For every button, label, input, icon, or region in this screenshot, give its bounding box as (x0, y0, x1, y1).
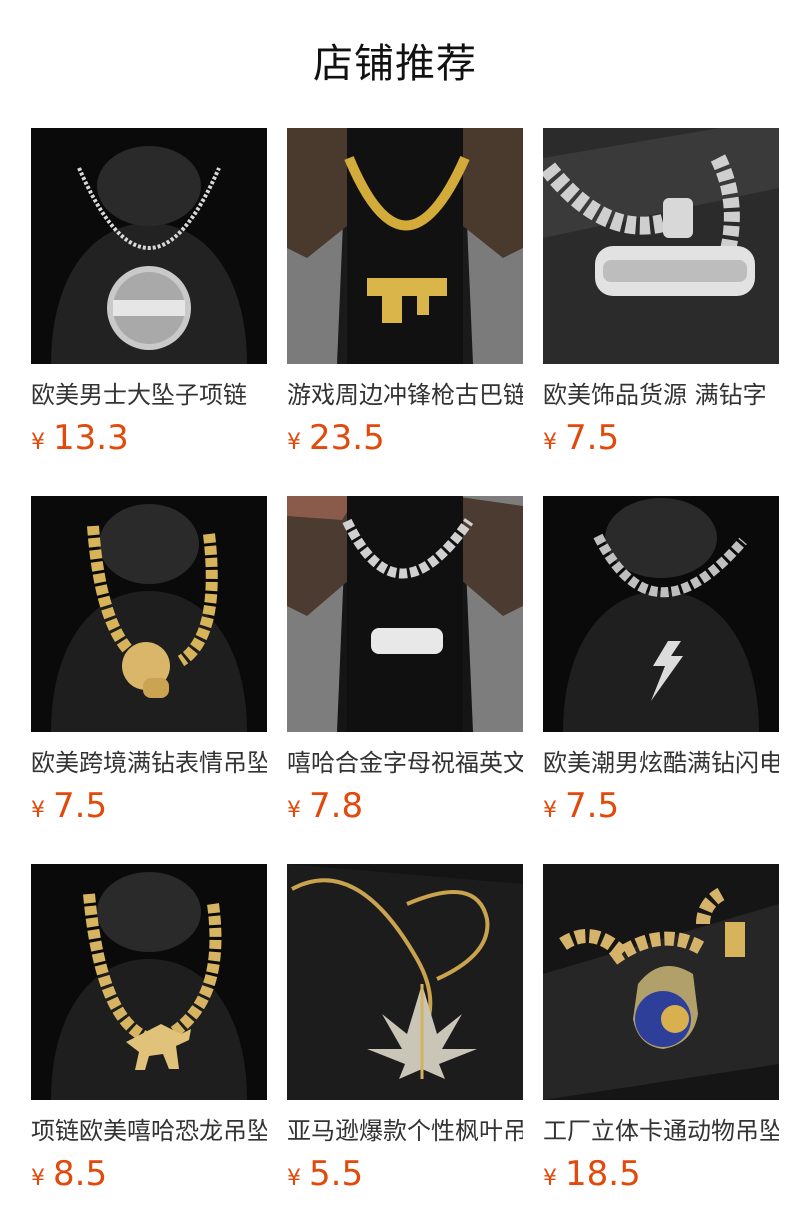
product-name[interactable]: 欧美男士大坠子项链 (31, 378, 267, 412)
silver-chain-lightning-pendant-image[interactable] (543, 496, 779, 732)
product-card[interactable]: 游戏周边冲锋枪古巴链 ¥23.5 (287, 128, 523, 458)
product-name[interactable]: 工厂立体卡通动物吊坠 (543, 1114, 779, 1148)
price-value: 7.5 (53, 786, 108, 826)
price-value: 7.5 (565, 786, 620, 826)
currency-symbol: ¥ (31, 798, 45, 823)
gold-chain-cartoon-animal-pendant-image[interactable] (543, 864, 779, 1100)
product-price: ¥23.5 (287, 416, 523, 466)
product-name[interactable]: 欧美潮男炫酷满钻闪电 (543, 746, 779, 780)
product-name[interactable]: 项链欧美嘻哈恐龙吊坠 (31, 1114, 267, 1148)
currency-symbol: ¥ (31, 1166, 45, 1191)
store-recommendations-page: 店铺推荐 欧美男士大坠子项链 ¥13.3 游戏周边冲锋枪古巴链 ¥ 23.5 欧… (0, 0, 790, 1232)
product-card[interactable]: 工厂立体卡通动物吊坠 ¥18.5 (543, 864, 779, 1194)
product-name[interactable]: 亚马逊爆款个性枫叶吊坠 (287, 1114, 523, 1148)
gold-chain-gun-pendant-image[interactable] (287, 128, 523, 364)
currency-symbol: ¥ (31, 430, 45, 455)
product-card[interactable]: 嘻哈合金字母祝福英文 ¥7.8 (287, 496, 523, 826)
product-card[interactable]: 欧美饰品货源 满钻字 ¥7.5 (543, 128, 779, 458)
currency-symbol: ¥ (287, 1166, 301, 1191)
product-card[interactable]: 项链欧美嘻哈恐龙吊坠 ¥8.5 (31, 864, 267, 1194)
product-card[interactable]: 欧美跨境满钻表情吊坠 ¥7.5 (31, 496, 267, 826)
silver-chain-bless-pendant-image[interactable] (287, 496, 523, 732)
product-price: ¥13.3 (31, 416, 267, 466)
currency-symbol: ¥ (287, 798, 301, 823)
product-price: ¥7.5 (543, 416, 779, 466)
gold-chain-emoji-pendant-image[interactable] (31, 496, 267, 732)
currency-symbol: ¥ (287, 430, 301, 455)
product-price: ¥7.8 (287, 784, 523, 834)
product-name[interactable]: 游戏周边冲锋枪古巴链 (287, 378, 523, 412)
gold-rope-chain-leaf-pendant-image[interactable] (287, 864, 523, 1100)
product-card[interactable]: 亚马逊爆款个性枫叶吊坠 ¥5.5 (287, 864, 523, 1194)
price-value: 18.5 (565, 1154, 641, 1194)
gold-chain-dinosaur-pendant-image[interactable] (31, 864, 267, 1100)
price-value: 8.5 (53, 1154, 108, 1194)
price-value: 23.5 (309, 418, 385, 458)
currency-symbol: ¥ (543, 1166, 557, 1191)
product-price: ¥5.5 (287, 1152, 523, 1202)
price-value: 7.8 (309, 786, 364, 826)
silver-chain-savage-pendant-image[interactable] (543, 128, 779, 364)
product-card[interactable]: 欧美潮男炫酷满钻闪电 ¥7.5 (543, 496, 779, 826)
product-name[interactable]: 嘻哈合金字母祝福英文 (287, 746, 523, 780)
product-card[interactable]: 欧美男士大坠子项链 ¥13.3 (31, 128, 267, 458)
product-name[interactable]: 欧美跨境满钻表情吊坠 (31, 746, 267, 780)
product-price: ¥18.5 (543, 1152, 779, 1202)
price-value: 13.3 (53, 418, 129, 458)
page-title: 店铺推荐 (313, 41, 477, 87)
product-price: ¥7.5 (31, 784, 267, 834)
product-price: ¥7.5 (543, 784, 779, 834)
price-value: 5.5 (309, 1154, 364, 1194)
price-value: 7.5 (565, 418, 620, 458)
product-name[interactable]: 欧美饰品货源 满钻字 (543, 378, 779, 412)
currency-symbol: ¥ (543, 798, 557, 823)
product-price: ¥8.5 (31, 1152, 267, 1202)
silver-necklace-round-pendant-image[interactable] (31, 128, 267, 364)
product-grid: 欧美男士大坠子项链 ¥13.3 游戏周边冲锋枪古巴链 ¥ 23.5 欧美饰品货源… (31, 128, 781, 1194)
currency-symbol: ¥ (543, 430, 557, 455)
